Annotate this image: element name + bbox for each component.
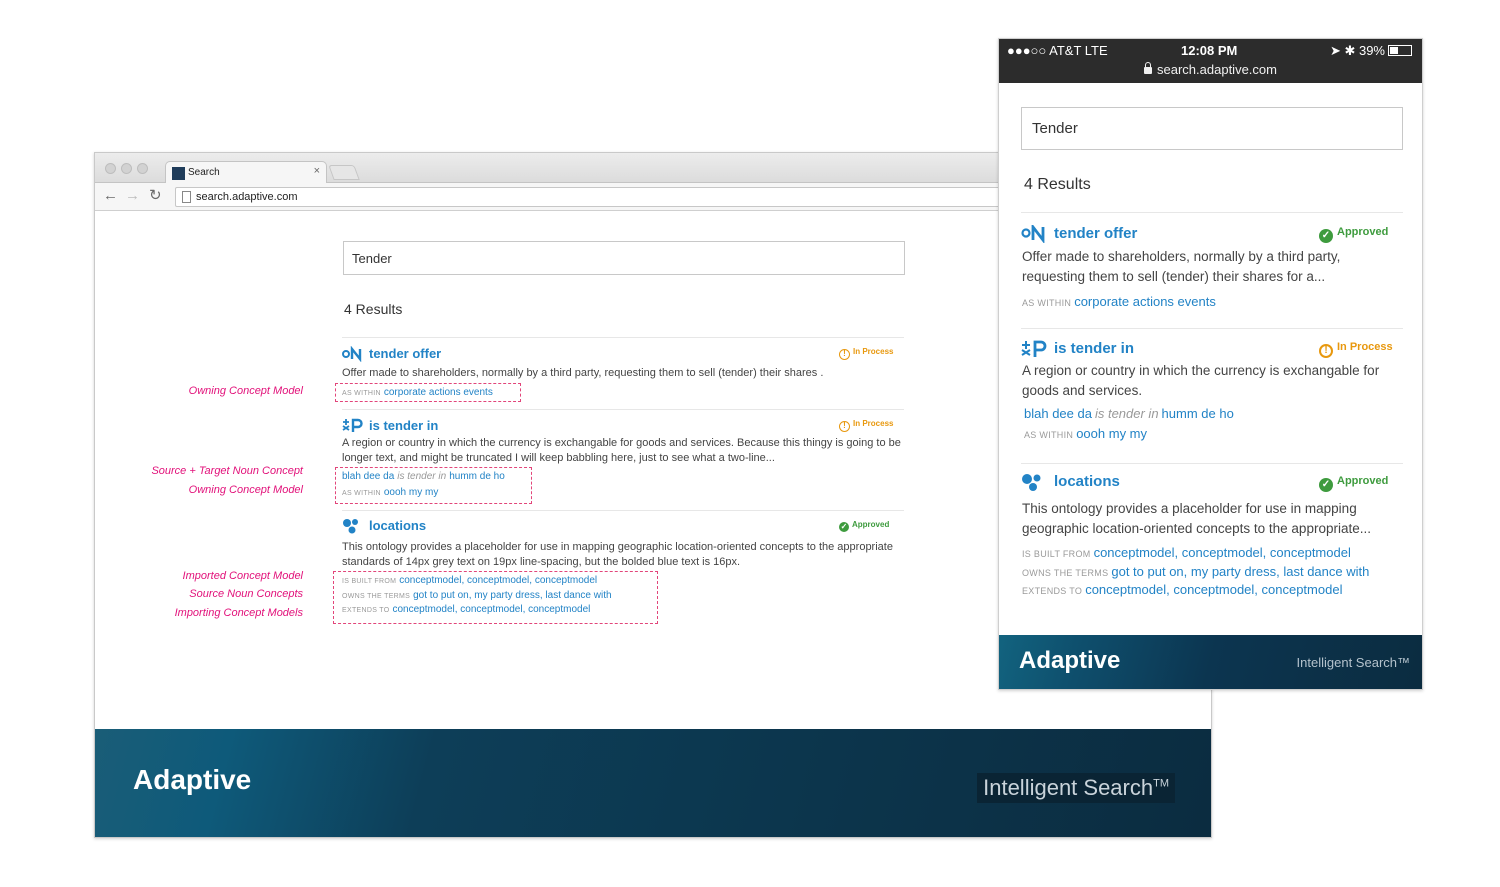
result-meta-source-target: blah dee da is tender in humm de ho — [1024, 406, 1234, 421]
as-within-link[interactable]: oooh my my — [1076, 426, 1147, 441]
result-item-tender-offer: tender offer ! In Process — [342, 345, 907, 363]
target-concept-link[interactable]: humm de ho — [1162, 406, 1234, 421]
result-meta-owns-terms: OWNS THE TERMS got to put on, my party dr… — [1022, 564, 1370, 579]
result-description: This ontology provides a placeholder for… — [342, 541, 893, 568]
clock-icon: ! — [839, 349, 850, 360]
predicate-icon — [342, 418, 363, 432]
close-window-button[interactable] — [105, 163, 116, 174]
page-footer: Adaptive Intelligent SearchTM — [95, 729, 1211, 837]
result-description: Offer made to shareholders, normally by … — [1022, 249, 1341, 284]
owned-terms-links[interactable]: got to put on, my party dress, last danc… — [1111, 564, 1369, 579]
battery-percent: 39% — [1358, 43, 1385, 58]
annotation-highlight-box — [335, 383, 521, 402]
check-icon: ✓ — [839, 522, 849, 532]
result-divider — [342, 510, 904, 511]
lock-icon — [1144, 62, 1153, 74]
status-badge-approved: ✓ Approved — [839, 520, 890, 532]
result-item-tender-offer: tender offer ✓ Approved — [1021, 225, 1403, 245]
url-text: search.adaptive.com — [196, 191, 298, 203]
result-item-locations: locations ✓ Approved — [342, 517, 907, 535]
result-meta-built-from: IS BUILT FROM conceptmodel, conceptmodel,… — [1022, 545, 1351, 560]
minimize-window-button[interactable] — [121, 163, 132, 174]
status-badge-in-process: ! In Process — [839, 347, 893, 360]
annotation-highlight-box — [335, 467, 532, 504]
forward-arrow-icon[interactable]: → — [125, 187, 140, 205]
carrier-signal: ●●●○○ AT&T LTE — [1007, 43, 1108, 58]
mobile-status-bar: ●●●○○ AT&T LTE 12:08 PM ➤ ✱ 39% search.a… — [999, 39, 1422, 83]
result-title-link[interactable]: locations — [1054, 473, 1120, 490]
result-title-link[interactable]: tender offer — [369, 346, 441, 361]
battery-icon — [1388, 45, 1412, 56]
annotation-highlight-box — [333, 571, 658, 624]
result-description: This ontology provides a placeholder for… — [1022, 501, 1371, 536]
search-input[interactable] — [343, 241, 905, 275]
clock-icon: ! — [839, 421, 850, 432]
as-within-link[interactable]: corporate actions events — [1074, 294, 1216, 309]
mobile-footer: Adaptive Intelligent Search™ — [999, 635, 1422, 689]
mobile-address-bar[interactable]: search.adaptive.com — [999, 62, 1422, 77]
result-meta-as-within: AS WITHIN oooh my my — [1024, 426, 1148, 441]
footer-tagline: Intelligent Search™ — [1296, 655, 1410, 670]
extends-to-links[interactable]: conceptmodel, conceptmodel, conceptmodel — [1085, 582, 1342, 597]
annotation-label: Owning Concept Model — [188, 484, 303, 496]
favicon-icon — [172, 167, 185, 180]
status-badge-in-process: ! In Process — [1319, 341, 1393, 358]
results-count: 4 Results — [344, 301, 403, 317]
annotation-label: Owning Concept Model — [188, 385, 303, 397]
annotation-label: Source Noun Concepts — [189, 588, 303, 600]
new-tab-button[interactable] — [328, 165, 360, 180]
result-item-is-tender-in: is tender in ! In Process — [342, 417, 907, 435]
result-description: Offer made to shareholders, normally by … — [342, 367, 824, 379]
maximize-window-button[interactable] — [137, 163, 148, 174]
adaptive-logo: Adaptive — [133, 764, 252, 795]
adaptive-logo: Adaptive — [1019, 647, 1121, 674]
result-item-is-tender-in: is tender in ! In Process — [1021, 340, 1403, 360]
result-divider — [1021, 463, 1403, 464]
status-right: ➤ ✱ 39% — [1330, 43, 1412, 59]
result-item-locations: locations ✓ Approved — [1021, 473, 1403, 493]
clock-icon: ! — [1319, 344, 1333, 358]
annotation-label: Imported Concept Model — [182, 570, 303, 582]
predicate-icon — [1021, 340, 1047, 357]
mobile-screen: ●●●○○ AT&T LTE 12:08 PM ➤ ✱ 39% search.a… — [998, 38, 1423, 690]
result-divider — [342, 337, 904, 338]
result-title-link[interactable]: locations — [369, 518, 426, 533]
result-title-link[interactable]: tender offer — [1054, 225, 1137, 242]
check-icon: ✓ — [1319, 478, 1333, 492]
results-count: 4 Results — [1024, 176, 1091, 193]
status-badge-approved: ✓ Approved — [1319, 475, 1388, 492]
noun-concept-icon — [342, 346, 362, 362]
footer-tagline: Intelligent SearchTM — [977, 773, 1175, 803]
built-from-links[interactable]: conceptmodel, conceptmodel, conceptmodel — [1094, 545, 1351, 560]
page-icon — [182, 191, 191, 203]
annotation-label: Importing Concept Models — [174, 607, 303, 619]
annotation-label: Source + Target Noun Concept — [151, 465, 303, 477]
status-badge-approved: ✓ Approved — [1319, 226, 1388, 243]
result-meta-as-within: AS WITHIN corporate actions events — [1022, 294, 1216, 309]
noun-concept-icon — [1021, 225, 1045, 243]
result-divider — [342, 409, 904, 410]
result-title-link[interactable]: is tender in — [1054, 340, 1134, 357]
result-divider — [1021, 328, 1403, 329]
status-badge-in-process: ! In Process — [839, 419, 893, 432]
source-concept-link[interactable]: blah dee da — [1024, 406, 1092, 421]
location-bluetooth-icon: ➤ ✱ — [1329, 43, 1356, 58]
ontology-icon — [343, 519, 358, 534]
check-icon: ✓ — [1319, 229, 1333, 243]
result-divider — [1021, 212, 1403, 213]
browser-tab[interactable]: Search × — [165, 161, 327, 184]
result-description: A region or country in which the currenc… — [342, 437, 901, 464]
reload-icon[interactable]: ↻ — [149, 187, 162, 205]
tab-close-icon[interactable]: × — [314, 165, 320, 177]
tab-title: Search — [188, 167, 220, 178]
result-meta-extends-to: EXTENDS TO conceptmodel, conceptmodel, co… — [1022, 582, 1343, 597]
back-arrow-icon[interactable]: ← — [103, 187, 118, 205]
result-description: A region or country in which the currenc… — [1022, 363, 1380, 398]
ontology-icon — [1022, 474, 1041, 491]
mobile-search-input[interactable] — [1021, 107, 1403, 150]
result-title-link[interactable]: is tender in — [369, 418, 438, 433]
clock-time: 12:08 PM — [1181, 43, 1238, 58]
